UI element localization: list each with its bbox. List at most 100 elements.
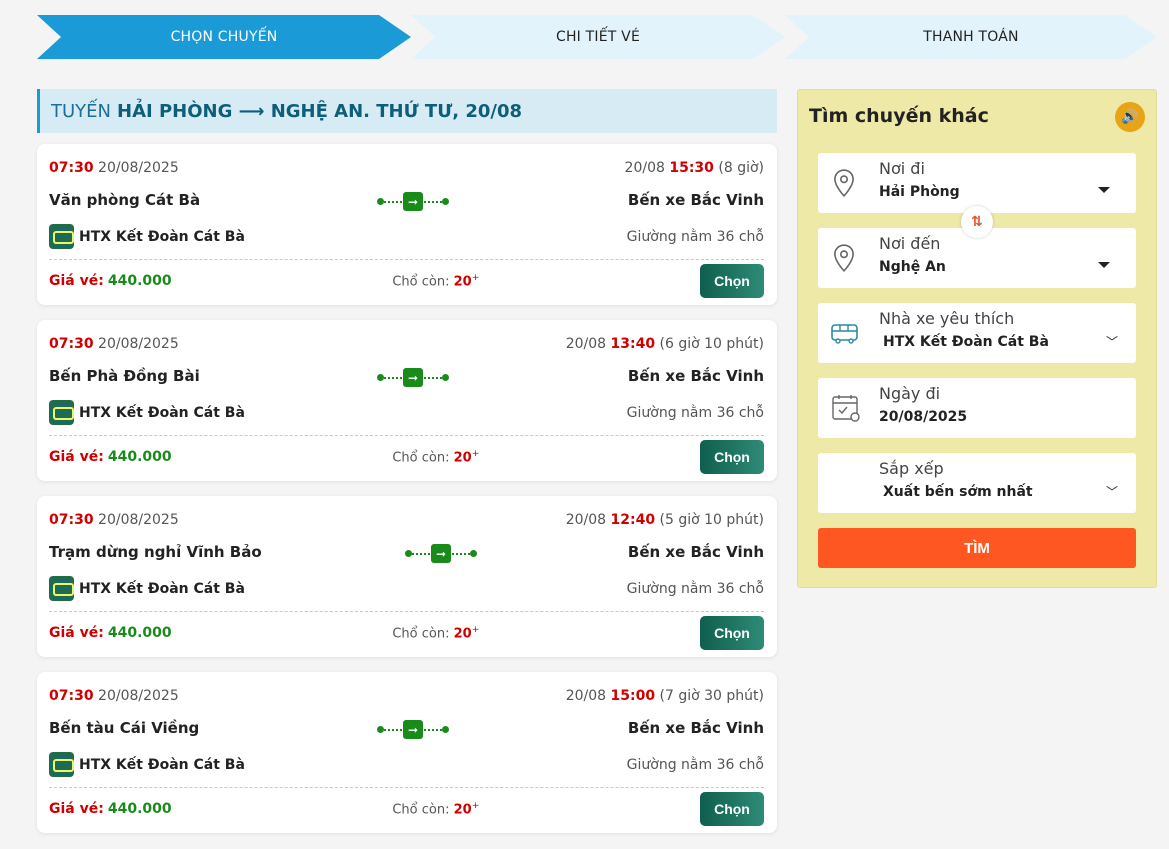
booking-stepper: CHỌN CHUYẾN CHI TIẾT VÉ THANH TOÁN [37, 15, 1157, 59]
chevron-down-icon[interactable]: ﹀ [1106, 333, 1118, 350]
route-arrow-icon: ➞ [377, 191, 449, 211]
operator-name[interactable]: HTX Kết Đoàn Cát Bà [79, 229, 245, 245]
to-label: Nơi đến [879, 234, 941, 253]
from-field[interactable]: Nơi đi Hải Phòng [818, 153, 1136, 213]
depart-time: 07:30 [49, 160, 94, 176]
to-value: Nghệ An [879, 259, 946, 275]
duration: (8 giờ) [718, 160, 764, 176]
seat-type: Giường nằm 36 chỗ [626, 228, 764, 245]
arrive-date: 20/08 [565, 512, 607, 528]
depart-time: 07:30 [49, 688, 94, 704]
swap-icon[interactable]: ⇅ [961, 206, 993, 238]
seats-label: Chổ còn: [392, 802, 450, 818]
divider [49, 435, 764, 436]
divider [49, 787, 764, 788]
depart-date: 20/08/2025 [98, 512, 179, 528]
route-prefix: TUYẾN [51, 100, 112, 122]
trip-card: 07:30 20/08/2025 20/08 12:40 (5 giờ 10 p… [37, 496, 777, 657]
select-trip-button[interactable]: Chọn [699, 616, 764, 650]
destination-stop: Bến xe Bắc Vinh [627, 543, 764, 561]
seats-label: Chổ còn: [392, 450, 450, 466]
seats-plus: + [471, 272, 480, 283]
select-trip-button[interactable]: Chọn [699, 264, 764, 298]
route-date: . THỨ TƯ, 20/08 [363, 100, 523, 122]
depart-time: 07:30 [49, 336, 94, 352]
destination-stop: Bến xe Bắc Vinh [627, 719, 764, 737]
duration: (6 giờ 10 phút) [659, 336, 764, 352]
arrive-time: 12:40 [610, 512, 656, 528]
operator-select[interactable]: Nhà xe yêu thích HTX Kết Đoàn Cát Bà ﹀ [818, 303, 1136, 363]
depart-date: 20/08/2025 [98, 336, 179, 352]
divider [49, 259, 764, 260]
sort-select[interactable]: Sắp xếp Xuất bến sớm nhất ﹀ [818, 453, 1136, 513]
destination-stop: Bến xe Bắc Vinh [627, 367, 764, 385]
search-panel: Tìm chuyến khác 🔊 Nơi đi Hải Phòng ⇅ Nơi… [797, 89, 1157, 588]
depart-date: 20/08/2025 [98, 688, 179, 704]
seat-type: Giường nằm 36 chỗ [626, 580, 764, 597]
seats-plus: + [471, 448, 480, 459]
seats-count: 20 [453, 450, 472, 466]
sound-icon[interactable]: 🔊 [1115, 102, 1145, 132]
origin-stop: Bến Phà Đồng Bài [49, 367, 200, 385]
operator-name[interactable]: HTX Kết Đoàn Cát Bà [79, 405, 245, 421]
step-choose-trip[interactable]: CHỌN CHUYẾN [37, 15, 411, 59]
price-label: Giá vé: [49, 449, 104, 465]
bus-icon [831, 324, 858, 344]
location-pin-icon [834, 169, 854, 198]
step-ticket-details[interactable]: CHI TIẾT VÉ [411, 15, 785, 59]
price: 440.000 [107, 625, 172, 641]
price: 440.000 [107, 449, 172, 465]
route-name: HẢI PHÒNG ⟶ NGHỆ AN [117, 100, 364, 122]
seats-plus: + [471, 800, 480, 811]
price-label: Giá vé: [49, 625, 104, 641]
operator-value: HTX Kết Đoàn Cát Bà [883, 334, 1049, 350]
seats-left: Chổ còn: 20+ [392, 801, 479, 817]
from-label: Nơi đi [879, 159, 925, 178]
location-pin-icon [834, 244, 854, 273]
sort-value: Xuất bến sớm nhất [883, 484, 1033, 500]
select-trip-button[interactable]: Chọn [699, 440, 764, 474]
date-field[interactable]: Ngày đi 20/08/2025 [818, 378, 1136, 438]
operator-name[interactable]: HTX Kết Đoàn Cát Bà [79, 757, 245, 773]
search-panel-title: Tìm chuyến khác [809, 105, 989, 127]
price-label: Giá vé: [49, 801, 104, 817]
duration: (7 giờ 30 phút) [659, 688, 764, 704]
seats-label: Chổ còn: [392, 626, 450, 642]
origin-stop: Bến tàu Cái Viềng [49, 719, 200, 737]
destination-stop: Bến xe Bắc Vinh [627, 191, 764, 209]
step-payment[interactable]: THANH TOÁN [785, 15, 1157, 59]
seats-left: Chổ còn: 20+ [392, 625, 479, 641]
from-value: Hải Phòng [879, 184, 960, 200]
arrive-date: 20/08 [565, 688, 607, 704]
duration: (5 giờ 10 phút) [659, 512, 764, 528]
price: 440.000 [107, 801, 172, 817]
depart-date: 20/08/2025 [98, 160, 179, 176]
depart-time: 07:30 [49, 512, 94, 528]
search-button[interactable]: TÌM [818, 528, 1136, 568]
date-value: 20/08/2025 [879, 409, 968, 425]
trip-list: 07:30 20/08/2025 20/08 15:30 (8 giờ) Văn… [37, 144, 777, 848]
operator-logo-icon [49, 224, 74, 249]
calendar-icon [832, 395, 860, 422]
arrive-date: 20/08 [565, 336, 607, 352]
select-trip-button[interactable]: Chọn [699, 792, 764, 826]
date-label: Ngày đi [879, 384, 941, 403]
operator-logo-icon [49, 400, 74, 425]
operator-name[interactable]: HTX Kết Đoàn Cát Bà [79, 581, 245, 597]
route-title: TUYẾN HẢI PHÒNG ⟶ NGHỆ AN . THỨ TƯ, 20/0… [37, 89, 777, 133]
origin-stop: Trạm dừng nghỉ Vĩnh Bảo [49, 543, 262, 561]
caret-down-icon[interactable] [1098, 187, 1110, 193]
trip-card: 07:30 20/08/2025 20/08 13:40 (6 giờ 10 p… [37, 320, 777, 481]
operator-logo-icon [49, 576, 74, 601]
sort-label: Sắp xếp [879, 459, 944, 478]
origin-stop: Văn phòng Cát Bà [49, 191, 201, 209]
arrive-date: 20/08 [624, 160, 665, 176]
divider [49, 611, 764, 612]
chevron-down-icon[interactable]: ﹀ [1106, 483, 1118, 500]
route-arrow-icon: ➞ [405, 543, 477, 563]
caret-down-icon[interactable] [1098, 262, 1110, 268]
route-arrow-icon: ➞ [377, 719, 449, 739]
arrive-time: 13:40 [610, 336, 656, 352]
price-label: Giá vé: [49, 273, 104, 289]
seats-count: 20 [453, 626, 472, 642]
